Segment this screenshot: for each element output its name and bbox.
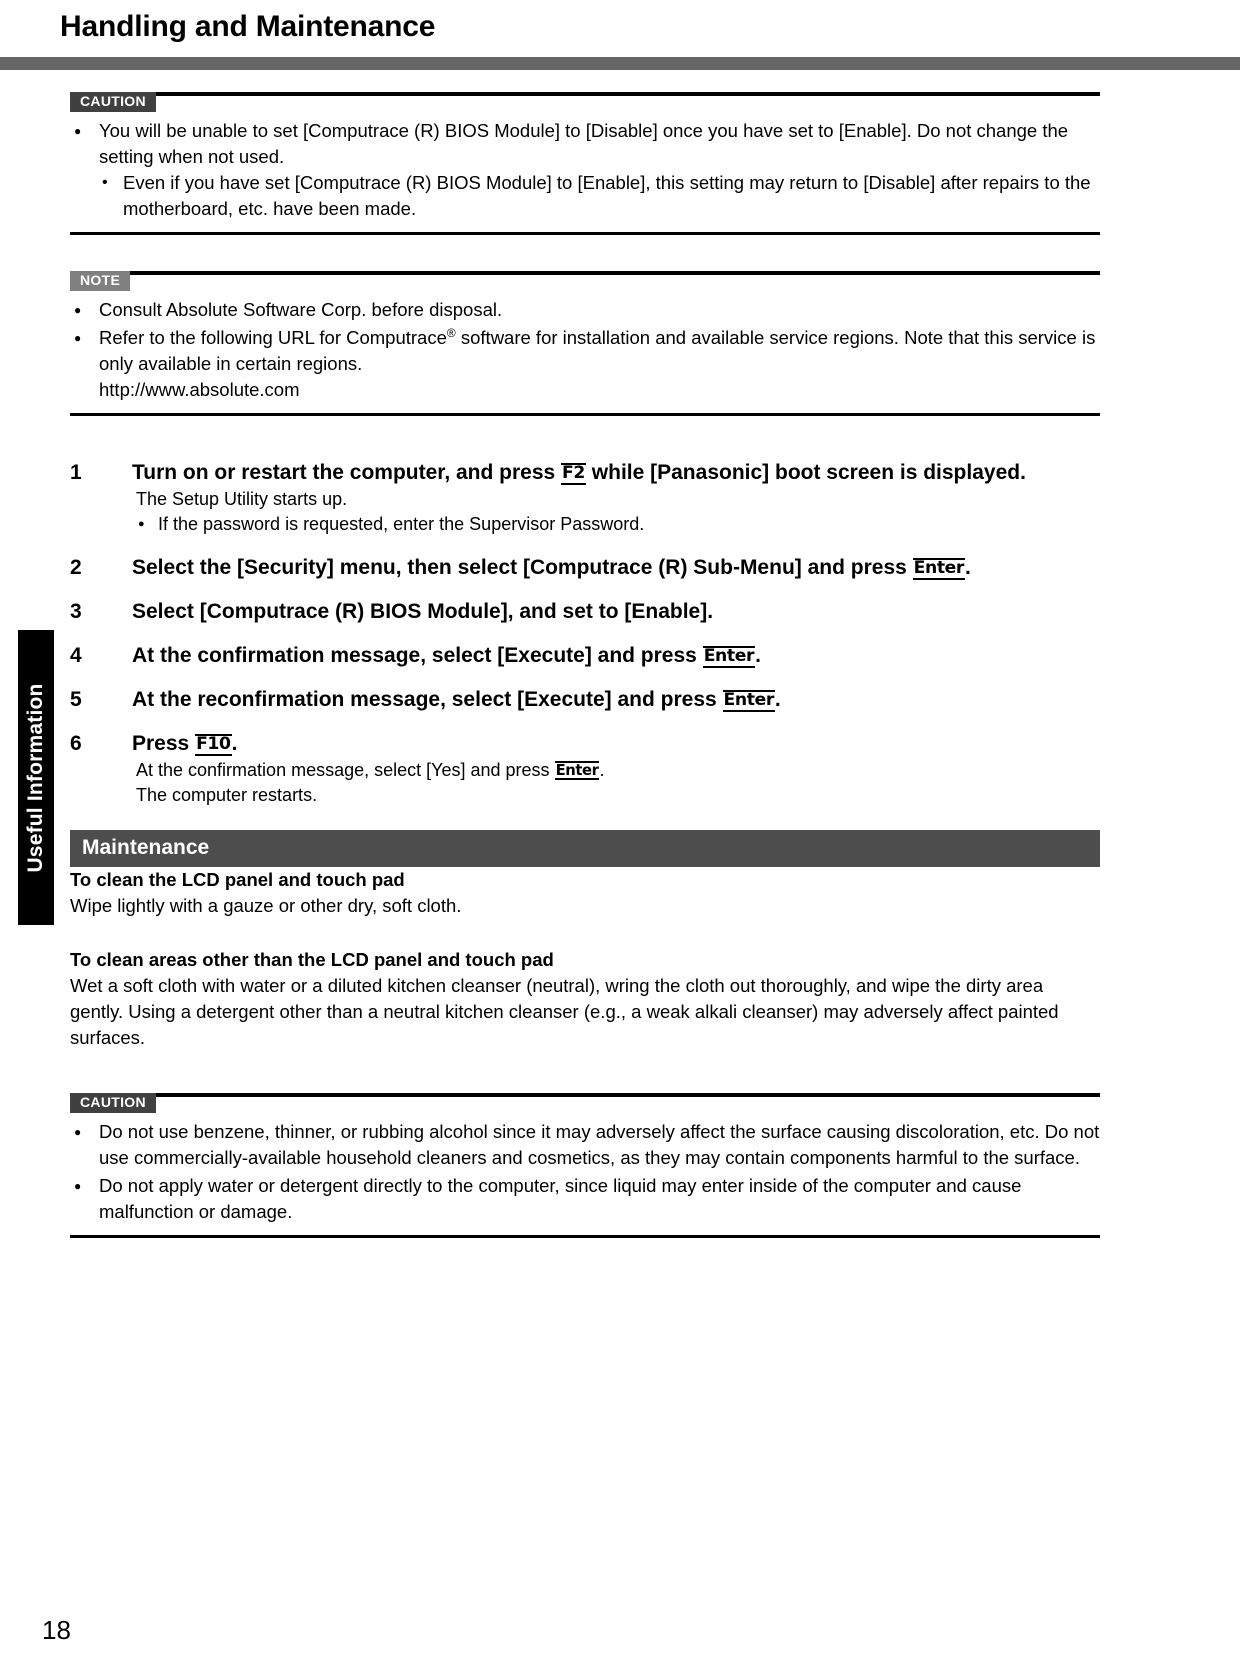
step-heading-pre: At the confirmation message, select [Exe… — [132, 644, 703, 667]
step-heading-pre: At the reconfirmation message, select [E… — [132, 688, 723, 711]
note-bullet-list: Consult Absolute Software Corp. before d… — [70, 297, 1100, 403]
list-item: You will be unable to set [Computrace (R… — [70, 118, 1100, 222]
maintenance-para-1: Wipe lightly with a gauze or other dry, … — [70, 895, 462, 916]
page-title: Handling and Maintenance — [60, 10, 436, 43]
note-label: NOTE — [70, 271, 131, 291]
step-heading: At the confirmation message, select [Exe… — [132, 641, 1100, 670]
procedure-steps: 1 Turn on or restart the computer, and p… — [70, 458, 1100, 808]
step-heading: Press F10. — [132, 729, 1100, 758]
step-heading-post: . — [755, 644, 761, 667]
list-item: Even if you have set [Computrace (R) BIO… — [99, 170, 1100, 222]
key-enter: Enter — [554, 761, 600, 781]
step-1: 1 Turn on or restart the computer, and p… — [70, 458, 1100, 537]
step-4: 4 At the confirmation message, select [E… — [70, 641, 1100, 670]
step-sub-list: If the password is requested, enter the … — [132, 512, 1100, 537]
step-heading-post: . — [774, 688, 781, 711]
caution-sub-list: Even if you have set [Computrace (R) BIO… — [99, 170, 1100, 222]
side-tab-useful-information: Useful Information — [18, 630, 54, 925]
key-f2: F2 — [561, 463, 586, 485]
step-heading-pre: Turn on or restart the computer, and pre… — [132, 461, 562, 484]
step-heading-pre: Press — [132, 732, 196, 755]
maintenance-body: To clean the LCD panel and touch pad Wip… — [70, 867, 1100, 1051]
key-enter: Enter — [722, 690, 775, 712]
step-sub-pre: At the confirmation message, select [Yes… — [136, 760, 555, 780]
caution-label: CAUTION — [70, 92, 156, 112]
step-heading: Select [Computrace (R) BIOS Module], and… — [132, 597, 1100, 626]
maintenance-para-2: Wet a soft cloth with water or a diluted… — [70, 975, 1059, 1048]
step-heading: Select the [Security] menu, then select … — [132, 553, 1100, 582]
step-sub-text-2: The computer restarts. — [136, 785, 318, 805]
page-content: CAUTION You will be unable to set [Compu… — [70, 92, 1100, 1238]
step-heading-post: . — [965, 556, 971, 579]
step-heading: At the reconfirmation message, select [E… — [132, 685, 1100, 714]
caution-label: CAUTION — [70, 1093, 156, 1113]
key-enter: Enter — [912, 558, 966, 580]
step-number: 3 — [70, 600, 82, 623]
key-enter: Enter — [702, 646, 756, 668]
step-heading-pre: Select [Computrace (R) BIOS Module], and… — [132, 600, 714, 623]
note-box: NOTE Consult Absolute Software Corp. bef… — [70, 271, 1100, 416]
step-number: 2 — [70, 556, 82, 579]
caution-rule-bottom — [70, 1235, 1100, 1238]
step-2: 2 Select the [Security] menu, then selec… — [70, 553, 1100, 582]
maintenance-heading-1: To clean the LCD panel and touch pad — [70, 869, 405, 890]
list-item: Do not apply water or detergent directly… — [70, 1173, 1100, 1225]
step-sub-text: The Setup Utility starts up. — [136, 489, 348, 509]
note-rule-bottom — [70, 413, 1100, 416]
step-sub-text: At the confirmation message, select [Yes… — [132, 758, 1100, 783]
section-bar-maintenance: Maintenance — [70, 830, 1100, 867]
step-heading: Turn on or restart the computer, and pre… — [132, 458, 1100, 487]
step-heading-pre: Select the [Security] menu, then select … — [132, 556, 913, 579]
step-5: 5 At the reconfirmation message, select … — [70, 685, 1100, 714]
caution-body: You will be unable to set [Computrace (R… — [70, 96, 1100, 232]
step-sub-post: . — [599, 760, 605, 780]
registered-mark-icon: ® — [446, 325, 456, 340]
caution-bullet-text: You will be unable to set [Computrace (R… — [99, 120, 1069, 167]
note-bullet2-pre: Refer to the following URL for Computrac… — [99, 327, 447, 348]
step-number: 6 — [70, 732, 82, 755]
header-rule — [0, 57, 1240, 70]
side-tab-label: Useful Information — [24, 682, 47, 873]
caution-bullet-list: Do not use benzene, thinner, or rubbing … — [70, 1119, 1100, 1225]
step-heading-post: while [Panasonic] boot screen is display… — [585, 461, 1026, 484]
step-heading-post: . — [231, 732, 238, 755]
list-item: Do not use benzene, thinner, or rubbing … — [70, 1119, 1100, 1171]
step-number: 4 — [70, 644, 82, 667]
caution-body: Do not use benzene, thinner, or rubbing … — [70, 1097, 1100, 1235]
step-6: 6 Press F10. At the confirmation message… — [70, 729, 1100, 808]
caution-bullet-list: You will be unable to set [Computrace (R… — [70, 118, 1100, 222]
caution-rule-bottom — [70, 232, 1100, 235]
note-body: Consult Absolute Software Corp. before d… — [70, 275, 1100, 413]
step-number: 5 — [70, 688, 82, 711]
maintenance-heading-2: To clean areas other than the LCD panel … — [70, 949, 554, 970]
note-url[interactable]: http://www.absolute.com — [99, 377, 1100, 403]
step-number: 1 — [70, 461, 82, 484]
list-item: Consult Absolute Software Corp. before d… — [70, 297, 1100, 323]
caution-box-top: CAUTION You will be unable to set [Compu… — [70, 92, 1100, 235]
caution-box-bottom: CAUTION Do not use benzene, thinner, or … — [70, 1093, 1100, 1238]
key-f10: F10 — [195, 734, 232, 756]
list-item: Refer to the following URL for Computrac… — [70, 325, 1100, 403]
step-3: 3 Select [Computrace (R) BIOS Module], a… — [70, 597, 1100, 626]
page-header: Handling and Maintenance — [0, 0, 1240, 70]
list-item: If the password is requested, enter the … — [132, 512, 1100, 537]
page-number: 18 — [42, 1615, 71, 1645]
